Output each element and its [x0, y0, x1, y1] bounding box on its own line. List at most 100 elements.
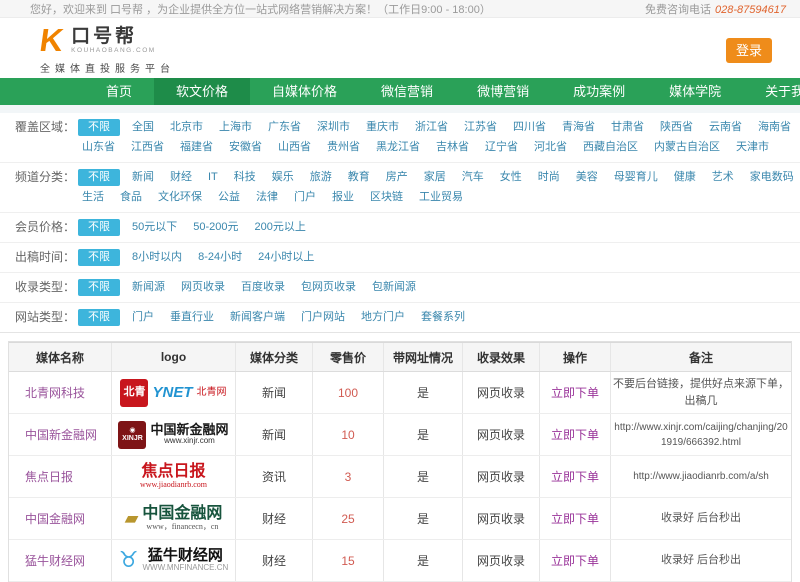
nav-item-7[interactable]: 媒体学院	[647, 78, 743, 105]
filter-option[interactable]: 家居	[420, 169, 450, 186]
filter-option[interactable]: 法律	[252, 189, 282, 206]
filter-option[interactable]: 上海市	[215, 119, 256, 136]
nav-item-8[interactable]: 关于我们	[743, 78, 800, 105]
filter-option[interactable]: 重庆市	[362, 119, 403, 136]
filter-option[interactable]: 不限	[78, 279, 120, 296]
nav-item-1[interactable]: 首页	[84, 78, 154, 105]
nav-item-6[interactable]: 成功案例	[551, 78, 647, 105]
filter-option[interactable]: 新闻客户端	[226, 309, 289, 326]
filter-option[interactable]: 家电数码	[746, 169, 798, 186]
media-name-link[interactable]: 北青网科技	[25, 384, 85, 401]
filter-option[interactable]: 深圳市	[313, 119, 354, 136]
filter-option[interactable]: 网页收录	[177, 279, 229, 296]
filter-option[interactable]: 百度收录	[237, 279, 289, 296]
filter-option[interactable]: 50元以下	[128, 219, 181, 236]
filter-option[interactable]: 不限	[78, 119, 120, 136]
filter-option[interactable]: 黑龙江省	[372, 139, 424, 156]
filter-option[interactable]: 包新闻源	[368, 279, 420, 296]
filter-option[interactable]: 北京市	[166, 119, 207, 136]
order-now-button[interactable]: 立即下单	[551, 552, 599, 569]
filter-option[interactable]: 内蒙古自治区	[650, 139, 724, 156]
filter-option[interactable]: 科技	[230, 169, 260, 186]
order-now-button[interactable]: 立即下单	[551, 426, 599, 443]
filter-option[interactable]: 24小时以上	[254, 249, 318, 266]
filter-option[interactable]: 健康	[670, 169, 700, 186]
filter-option[interactable]: 山东省	[78, 139, 119, 156]
filter-option[interactable]: 不限	[78, 249, 120, 266]
filter-option[interactable]: 艺术	[708, 169, 738, 186]
filter-option[interactable]: 8小时以内	[128, 249, 186, 266]
filter-option[interactable]: 50-200元	[189, 219, 242, 236]
filter-option[interactable]: 江西省	[127, 139, 168, 156]
filter-option[interactable]: 8-24小时	[194, 249, 246, 266]
filter-option[interactable]: IT	[204, 169, 222, 186]
filter-option[interactable]: 江苏省	[460, 119, 501, 136]
filter-option[interactable]: 西藏自治区	[579, 139, 642, 156]
filter-option[interactable]: 门户	[290, 189, 320, 206]
filter-option[interactable]: 旅游	[306, 169, 336, 186]
filter-option[interactable]: 甘肃省	[607, 119, 648, 136]
nav-item-4[interactable]: 微信营销	[359, 78, 455, 105]
media-name-link[interactable]: 中国金融网	[25, 510, 85, 527]
filter-option[interactable]: 娱乐	[268, 169, 298, 186]
filter-option[interactable]: 女性	[496, 169, 526, 186]
site-logo[interactable]: K 口号帮 KOUHAOBANG.COM 全媒体直投服务平台	[40, 24, 230, 75]
filter-option[interactable]: 安徽省	[225, 139, 266, 156]
filter-option[interactable]: 陕西省	[656, 119, 697, 136]
filter-option[interactable]: 工业贸易	[415, 189, 467, 206]
order-now-button[interactable]: 立即下单	[551, 384, 599, 401]
filter-option[interactable]: 区块链	[366, 189, 407, 206]
filter-option[interactable]: 辽宁省	[481, 139, 522, 156]
media-name-link[interactable]: 中国新金融网	[25, 426, 97, 443]
filter-option[interactable]: 汽车	[458, 169, 488, 186]
order-now-button[interactable]: 立即下单	[551, 468, 599, 485]
filter-option[interactable]: 生活	[78, 189, 108, 206]
nav-item-3[interactable]: 自媒体价格	[250, 78, 359, 105]
media-name-link[interactable]: 焦点日报	[25, 468, 73, 485]
filter-option[interactable]: 不限	[78, 309, 120, 326]
media-logo-cell: ▰中国金融网www，financecn，cn	[112, 498, 236, 539]
filter-option[interactable]: 山西省	[274, 139, 315, 156]
media-name-link[interactable]: 猛牛财经网	[25, 552, 85, 569]
filter-option[interactable]: 包网页收录	[297, 279, 360, 296]
nav-item-5[interactable]: 微博营销	[455, 78, 551, 105]
filter-option[interactable]: 贵州省	[323, 139, 364, 156]
filter-option[interactable]: 套餐系列	[417, 309, 469, 326]
order-now-button[interactable]: 立即下单	[551, 510, 599, 527]
filter-option[interactable]: 天津市	[732, 139, 773, 156]
filter-option[interactable]: 广东省	[264, 119, 305, 136]
filter-option[interactable]: 不限	[78, 169, 120, 186]
filter-option[interactable]: 教育	[344, 169, 374, 186]
filter-option[interactable]: 青海省	[558, 119, 599, 136]
filter-option[interactable]: 福建省	[176, 139, 217, 156]
filter-option[interactable]: 吉林省	[432, 139, 473, 156]
filter-option[interactable]: 文化环保	[154, 189, 206, 206]
filter-option[interactable]: 新闻	[128, 169, 158, 186]
nav-item-2[interactable]: 软文价格	[154, 78, 250, 105]
filter-option[interactable]: 美容	[572, 169, 602, 186]
remark-cell: 不要后台链接，提供好点来源下单，出稿几	[611, 372, 791, 413]
filter-option[interactable]: 门户	[128, 309, 158, 326]
filter-option[interactable]: 垂直行业	[166, 309, 218, 326]
table-row: 北青网科技北青YNET北青网新闻100是网页收录立即下单不要后台链接，提供好点来…	[9, 372, 791, 414]
filter-option[interactable]: 200元以上	[251, 219, 310, 236]
filter-option[interactable]: 房产	[382, 169, 412, 186]
filter-option[interactable]: 公益	[214, 189, 244, 206]
filter-option[interactable]: 时尚	[534, 169, 564, 186]
filter-option[interactable]: 海南省	[754, 119, 795, 136]
filter-option[interactable]: 报业	[328, 189, 358, 206]
filter-option[interactable]: 不限	[78, 219, 120, 236]
filter-option[interactable]: 母婴育儿	[610, 169, 662, 186]
filter-option[interactable]: 四川省	[509, 119, 550, 136]
table-body: 北青网科技北青YNET北青网新闻100是网页收录立即下单不要后台链接，提供好点来…	[9, 372, 791, 582]
filter-option[interactable]: 地方门户	[357, 309, 409, 326]
filter-option[interactable]: 浙江省	[411, 119, 452, 136]
filter-option[interactable]: 河北省	[530, 139, 571, 156]
filter-option[interactable]: 门户网站	[297, 309, 349, 326]
filter-option[interactable]: 财经	[166, 169, 196, 186]
filter-option[interactable]: 食品	[116, 189, 146, 206]
filter-option[interactable]: 全国	[128, 119, 158, 136]
filter-option[interactable]: 云南省	[705, 119, 746, 136]
login-button[interactable]: 登录	[726, 38, 772, 63]
filter-option[interactable]: 新闻源	[128, 279, 169, 296]
